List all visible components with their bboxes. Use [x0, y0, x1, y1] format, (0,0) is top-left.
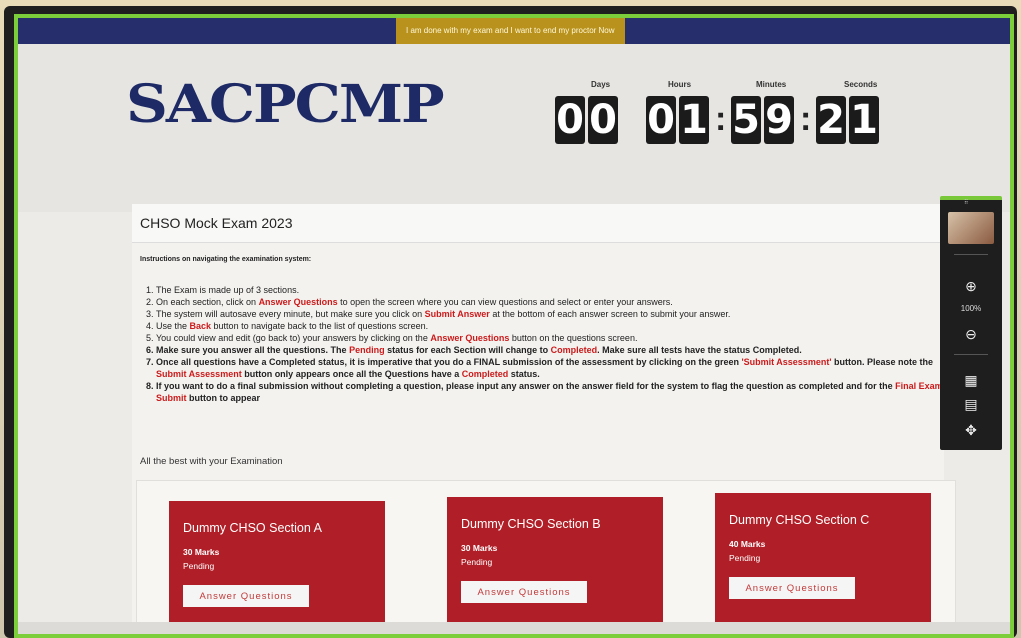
chat-icon[interactable]: ▤ [958, 394, 984, 414]
timer-digit: 1 [679, 96, 709, 144]
instruction-text: If you want to do a final submission wit… [156, 381, 896, 391]
timer-colon: : [800, 100, 812, 138]
section-card-a: Dummy CHSO Section A 30 Marks Pending An… [169, 501, 385, 631]
instruction-text: button to appear [186, 393, 260, 403]
proctor-side-toolbar: ⠿ ⊕ 100% ⊖ ▦ ▤ ✥ [940, 196, 1002, 450]
instruction-item: The Exam is made up of 3 sections. [156, 284, 956, 296]
answer-questions-button-b[interactable]: Answer Questions [461, 581, 587, 603]
instruction-item: Use the Back button to navigate back to … [156, 320, 956, 332]
timer-digit: 2 [816, 96, 846, 144]
instruction-text: button on the questions screen. [509, 333, 638, 343]
section-title: Dummy CHSO Section C [729, 513, 870, 527]
instruction-highlight: Answer Questions [430, 333, 510, 343]
timer-label-days: Days [591, 80, 611, 89]
instruction-highlight: Completed [550, 345, 598, 355]
instruction-text: Make sure you answer all the questions. … [156, 345, 350, 355]
instruction-highlight: Submit Answer [424, 309, 490, 319]
zoom-in-icon[interactable]: ⊕ [958, 276, 984, 296]
sections-panel: Dummy CHSO Section A 30 Marks Pending An… [136, 480, 956, 634]
instruction-text: status for each Section will change to [384, 345, 551, 355]
instruction-text: The system will autosave every minute, b… [156, 309, 425, 319]
instruction-text: button only appears once all the Questio… [241, 369, 462, 379]
timer-digit: 0 [588, 96, 618, 144]
section-marks: 40 Marks [729, 539, 766, 549]
move-icon[interactable]: ✥ [958, 420, 984, 440]
instruction-text: button. Please note the [831, 357, 933, 367]
section-status: Pending [461, 557, 493, 567]
answer-questions-button-a[interactable]: Answer Questions [183, 585, 309, 607]
sacpcmp-logo: SACPCMP [126, 73, 445, 135]
instruction-item: On each section, click on Answer Questio… [156, 296, 956, 308]
instruction-item: Make sure you answer all the questions. … [156, 344, 956, 356]
instruction-text: Use the [156, 321, 190, 331]
instruction-text: status. [508, 369, 540, 379]
exam-card: CHSO Mock Exam 2023 Instructions on navi… [132, 204, 956, 634]
divider [954, 254, 988, 255]
instruction-highlight: Answer Questions [258, 297, 338, 307]
timer-label-hours: Hours [668, 80, 692, 89]
instructions-heading: Instructions on navigating the examinati… [140, 256, 312, 263]
section-marks: 30 Marks [183, 547, 220, 557]
exam-title-bar: CHSO Mock Exam 2023 [132, 204, 944, 243]
instruction-text: The Exam is made up of 3 sections. [156, 285, 300, 295]
timer-colon: : [715, 100, 727, 138]
exam-title: CHSO Mock Exam 2023 [140, 215, 293, 231]
instruction-text: . Make sure all tests have the status Co… [597, 345, 802, 355]
section-marks: 30 Marks [461, 543, 498, 553]
timer-digit: 0 [646, 96, 676, 144]
instruction-item: Once all questions have a Completed stat… [156, 356, 956, 380]
timer-digit: 9 [764, 96, 794, 144]
page-footer [18, 622, 1010, 634]
section-title: Dummy CHSO Section A [183, 521, 322, 535]
instruction-highlight: Completed [461, 369, 509, 379]
zoom-out-icon[interactable]: ⊖ [958, 324, 984, 344]
webcam-preview [948, 212, 994, 244]
instruction-highlight: 'Submit Assessment' [741, 357, 832, 367]
instruction-text: Once all questions have a Completed stat… [156, 357, 742, 367]
timer-label-seconds: Seconds [844, 80, 878, 89]
instruction-highlight: Submit Assessment [156, 369, 242, 379]
drag-handle-icon[interactable]: ⠿ [964, 199, 968, 206]
timer-digit: 1 [849, 96, 879, 144]
timer-label-minutes: Minutes [756, 80, 787, 89]
section-status: Pending [729, 553, 761, 563]
photo-frame: I am done with my exam and I want to end… [0, 0, 1021, 638]
answer-questions-button-c[interactable]: Answer Questions [729, 577, 855, 599]
instruction-item: You could view and edit (go back to) you… [156, 332, 956, 344]
top-bar: I am done with my exam and I want to end… [18, 18, 1010, 44]
instruction-item: If you want to do a final submission wit… [156, 380, 956, 404]
end-proctor-button[interactable]: I am done with my exam and I want to end… [396, 18, 625, 44]
calculator-icon[interactable]: ▦ [958, 370, 984, 390]
closing-message: All the best with your Examination [140, 456, 283, 467]
timer-digit: 0 [555, 96, 585, 144]
section-card-c: Dummy CHSO Section C 40 Marks Pending An… [715, 493, 931, 623]
timer-digit: 5 [731, 96, 761, 144]
zoom-level: 100% [960, 304, 982, 313]
browser-screen: I am done with my exam and I want to end… [14, 14, 1014, 638]
instruction-item: The system will autosave every minute, b… [156, 308, 956, 320]
divider [954, 354, 988, 355]
instruction-highlight: Pending [349, 345, 385, 355]
section-card-b: Dummy CHSO Section B 30 Marks Pending An… [447, 497, 663, 627]
instruction-text: On each section, click on [156, 297, 259, 307]
instructions-list: The Exam is made up of 3 sections.On eac… [140, 284, 956, 404]
instruction-text: button to navigate back to the list of q… [211, 321, 429, 331]
section-title: Dummy CHSO Section B [461, 517, 601, 531]
section-status: Pending [183, 561, 215, 571]
instruction-text: You could view and edit (go back to) you… [156, 333, 431, 343]
instruction-text: at the bottom of each answer screen to s… [489, 309, 731, 319]
instruction-highlight: Back [189, 321, 212, 331]
instruction-text: to open the screen where you can view qu… [337, 297, 673, 307]
header: SACPCMP Days Hours Minutes Seconds 0 0 0… [18, 44, 1010, 212]
